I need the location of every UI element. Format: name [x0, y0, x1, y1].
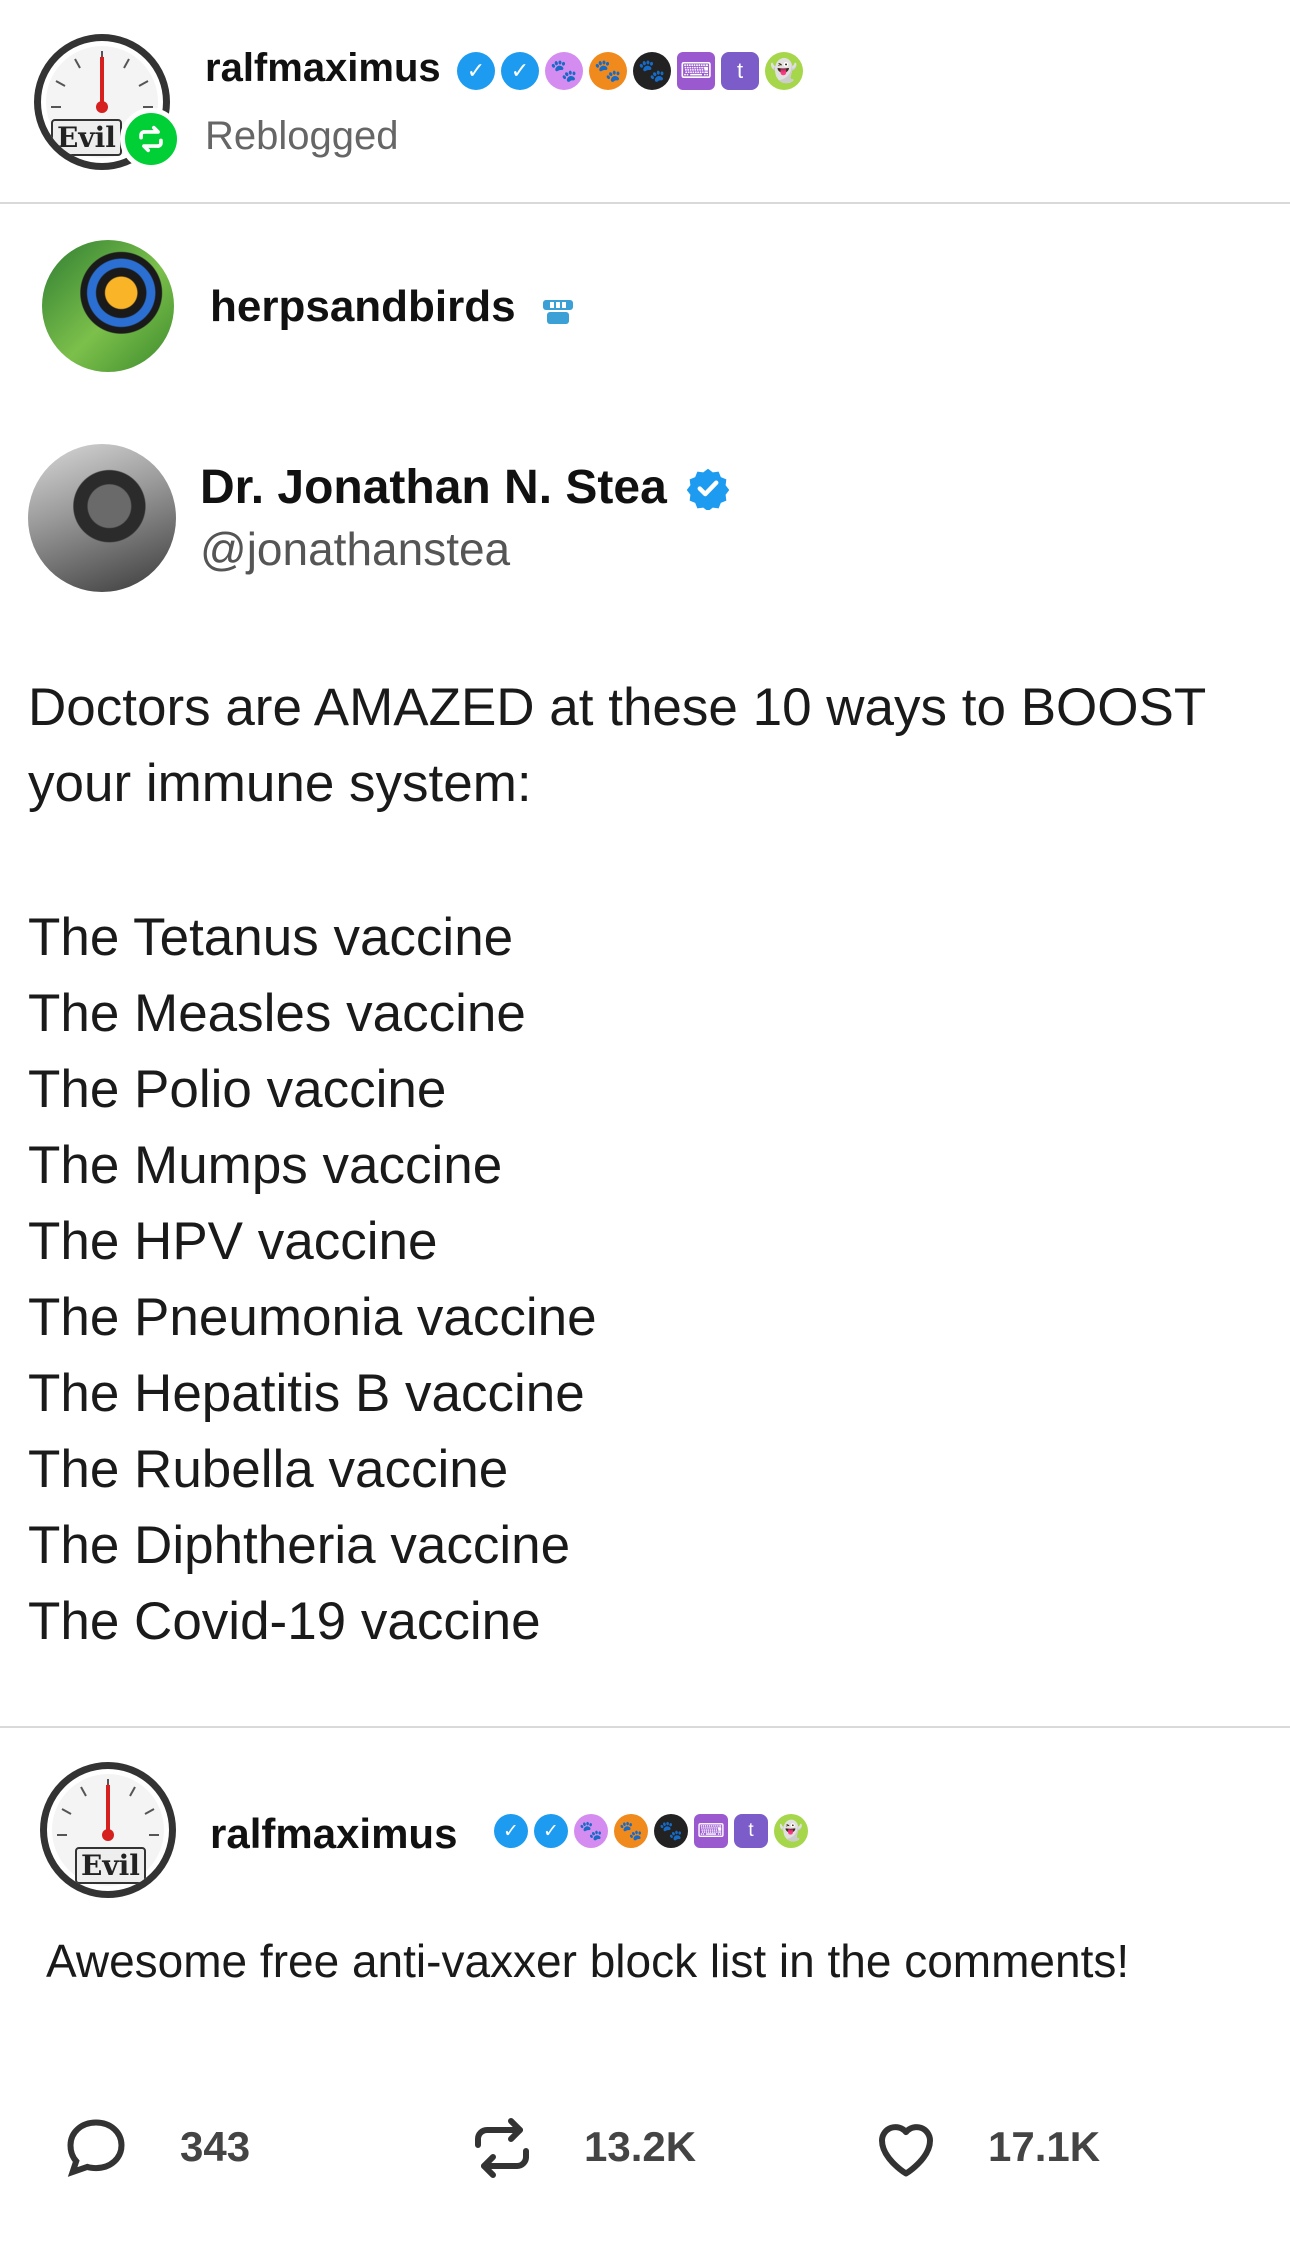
tweet-list-item: The Pneumonia vaccine: [28, 1288, 597, 1347]
ghost-icon: 👻: [765, 52, 803, 90]
tumblr-t-icon: t: [721, 52, 759, 90]
source-blog-avatar[interactable]: [42, 240, 174, 372]
teeth-icon: [540, 296, 576, 328]
reblog-button[interactable]: [466, 2112, 538, 2184]
reblog-icon: [475, 2118, 529, 2178]
reply-username[interactable]: ralfmaximus: [210, 1810, 457, 1858]
tweet-list-item: The Diphtheria vaccine: [28, 1516, 571, 1575]
tweet-list-item: The Hepatitis B vaccine: [28, 1364, 585, 1423]
reply-badges: ✓ ✓ 🐾 🐾 🐾 ⌨ t 👻: [494, 1814, 808, 1848]
tweet-display-name: Dr. Jonathan N. Stea: [200, 461, 667, 514]
reblog-badge: [120, 108, 182, 170]
verified-icon: ✓: [534, 1814, 568, 1848]
verified-icon: ✓: [457, 52, 495, 90]
paw-orange-icon: 🐾: [614, 1814, 648, 1848]
avatar-label: Evil: [75, 1847, 146, 1884]
typewriter-icon: ⌨: [694, 1814, 728, 1848]
tweet-list-item: The Mumps vaccine: [28, 1136, 503, 1195]
verified-icon: ✓: [494, 1814, 528, 1848]
tumblr-t-icon: t: [734, 1814, 768, 1848]
paw-pink-icon: 🐾: [574, 1814, 608, 1848]
tweet-intro-line-2: your immune system:: [28, 754, 532, 813]
tweet-intro-line-1: Doctors are AMAZED at these 10 ways to B…: [28, 678, 1207, 737]
like-count: 17.1K: [988, 2123, 1101, 2170]
paw-black-icon: 🐾: [633, 52, 671, 90]
verified-icon: ✓: [501, 52, 539, 90]
tweet-handle: @jonathanstea: [200, 523, 511, 575]
heart-icon: [879, 2124, 933, 2177]
reply-text: Awesome free anti-vaxxer block list in t…: [46, 1935, 1130, 1987]
comment-button[interactable]: [60, 2112, 132, 2184]
tweet-list-item: The HPV vaccine: [28, 1212, 438, 1271]
reblogger-username[interactable]: ralfmaximus: [205, 46, 441, 91]
comment-count: 343: [180, 2123, 251, 2170]
paw-orange-icon: 🐾: [589, 52, 627, 90]
verified-icon: [686, 466, 730, 512]
header-divider: [0, 202, 1290, 204]
reblog-icon: [139, 125, 163, 153]
reblogger-badges: ✓ ✓ 🐾 🐾 🐾 ⌨ t 👻: [457, 52, 803, 90]
reply-divider: [0, 1726, 1290, 1728]
tweet-list-item: The Covid-19 vaccine: [28, 1592, 541, 1651]
typewriter-icon: ⌨: [677, 52, 715, 90]
ghost-icon: 👻: [774, 1814, 808, 1848]
tweet-list-item: The Tetanus vaccine: [28, 908, 514, 967]
comment-icon: [67, 2119, 125, 2177]
tweet-list-item: The Rubella vaccine: [28, 1440, 509, 1499]
source-blog-username[interactable]: herpsandbirds: [210, 282, 516, 332]
tweet-list-item: The Measles vaccine: [28, 984, 526, 1043]
avatar-label: Evil: [51, 119, 122, 156]
reblogged-label: Reblogged: [205, 114, 399, 158]
paw-black-icon: 🐾: [654, 1814, 688, 1848]
like-button[interactable]: [870, 2112, 942, 2184]
reply-author-avatar[interactable]: Evil: [40, 1762, 176, 1898]
tweet-author-avatar[interactable]: [28, 444, 176, 592]
tweet-list-item: The Polio vaccine: [28, 1060, 447, 1119]
reblog-count: 13.2K: [584, 2123, 697, 2170]
paw-pink-icon: 🐾: [545, 52, 583, 90]
